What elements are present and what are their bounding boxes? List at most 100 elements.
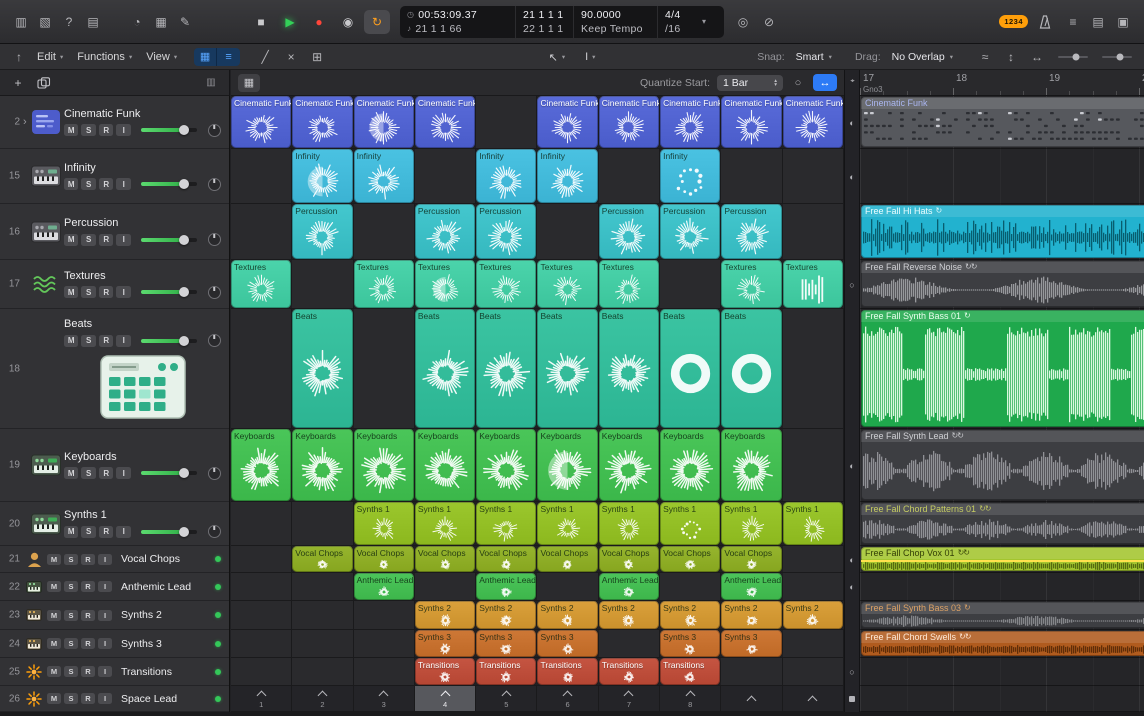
input-monitor-button[interactable]: I	[98, 638, 112, 649]
horizontal-zoom-icon[interactable]: ↔	[1026, 47, 1048, 67]
volume-slider[interactable]	[141, 128, 197, 132]
loop-cell-textures-col5[interactable]: Textures	[476, 260, 537, 308]
tuner-icon[interactable]: ◎	[732, 12, 754, 32]
loop-cell-vocal-chops-col6[interactable]: Vocal Chops	[537, 546, 598, 572]
loop-cell-cinematic-funk-col7[interactable]: Cinematic Funk	[599, 96, 660, 148]
loop-cell-cinematic-funk-col2[interactable]: Cinematic Funk	[292, 96, 353, 148]
loop-cell-cinematic-funk-col6[interactable]: Cinematic Funk	[537, 96, 598, 148]
row-action-icon[interactable]: ○	[849, 280, 854, 290]
note-pads-icon[interactable]: ▤	[1087, 12, 1109, 32]
loop-cell-transitions-col8[interactable]: Transitions	[660, 658, 721, 685]
volume-slider[interactable]	[141, 290, 197, 294]
record-enable-button[interactable]: R	[99, 467, 113, 479]
loop-cell-infinity-col3[interactable]: Infinity	[354, 149, 415, 203]
mute-button[interactable]: M	[64, 335, 78, 347]
loop-cell-anthemic-lead-col5[interactable]: Anthemic Lead	[476, 573, 537, 600]
record-enable-button[interactable]: R	[99, 526, 113, 538]
loop-cell-synths-1-col8[interactable]: Synths 1	[660, 502, 721, 545]
solo-button[interactable]: S	[81, 526, 95, 538]
volume-thumb[interactable]	[179, 287, 189, 297]
scene-trigger-4[interactable]: 4	[415, 686, 476, 711]
scene-trigger-6[interactable]: 6	[537, 686, 598, 711]
loop-cell-infinity-col7[interactable]	[599, 149, 660, 203]
input-monitor-button[interactable]: I	[98, 554, 112, 565]
pan-knob[interactable]	[208, 467, 221, 480]
input-monitor-button[interactable]: I	[116, 124, 130, 136]
loop-cell-beats-col2[interactable]: Beats	[292, 309, 353, 428]
loop-cell-infinity-col4[interactable]	[415, 149, 476, 203]
stop-all-icon[interactable]	[849, 696, 855, 702]
performance-record-button[interactable]: ○	[790, 75, 806, 91]
inspector-icon[interactable]: ▧	[34, 12, 56, 32]
loop-cell-vocal-chops-col3[interactable]: Vocal Chops	[354, 546, 415, 572]
loop-cell-synths-2-col7[interactable]: Synths 2	[599, 601, 660, 629]
mute-button[interactable]: M	[47, 581, 61, 592]
region-free-fall-hi-hats[interactable]: Free Fall Hi Hats↻	[861, 205, 1144, 258]
track-header-vocal-chops[interactable]: 21MSRIVocal Chops	[0, 546, 229, 573]
scene-trigger-10[interactable]	[783, 686, 844, 711]
loop-cell-anthemic-lead-col4[interactable]	[415, 573, 476, 600]
record-button[interactable]: ●	[306, 10, 332, 34]
loop-cell-keyboards-col1[interactable]: Keyboards	[231, 429, 292, 501]
browsers-icon[interactable]: ▣	[1112, 12, 1134, 32]
mute-button[interactable]: M	[64, 286, 78, 298]
pan-knob[interactable]	[208, 178, 221, 191]
loop-cell-cinematic-funk-col4[interactable]: Cinematic Funk	[415, 96, 476, 148]
loop-cell-beats-col1[interactable]	[231, 309, 292, 428]
loop-cell-keyboards-col9[interactable]: Keyboards	[721, 429, 782, 501]
menu-view[interactable]: View▾	[139, 49, 184, 65]
left-click-tool-menu[interactable]: ↖▾	[544, 49, 570, 66]
loop-cell-transitions-col1[interactable]	[231, 658, 292, 685]
input-monitor-button[interactable]: I	[116, 234, 130, 246]
record-enable-button[interactable]: R	[81, 610, 95, 621]
track-header-config-icon[interactable]: ▥	[201, 74, 221, 92]
volume-thumb[interactable]	[179, 179, 189, 189]
loop-cell-cinematic-funk-col1[interactable]: Cinematic Funk	[231, 96, 292, 148]
disclosure-icon[interactable]: ›	[23, 116, 27, 128]
region-cinematic-funk[interactable]: Cinematic Funk	[861, 97, 1144, 147]
track-header-infinity[interactable]: 15InfinityMSRI	[0, 149, 229, 204]
loop-cell-vocal-chops-col8[interactable]: Vocal Chops	[660, 546, 721, 572]
loop-cell-keyboards-col6[interactable]: Keyboards	[537, 429, 598, 501]
play-button[interactable]: ▶	[277, 10, 303, 34]
region-free-fall-chord-swells[interactable]: Free Fall Chord Swells↻↻	[861, 631, 1144, 656]
volume-slider[interactable]	[141, 530, 197, 534]
lcd-chevron-icon[interactable]: ▾	[698, 6, 710, 38]
mute-button[interactable]: M	[64, 467, 78, 479]
solo-button[interactable]: S	[81, 286, 95, 298]
loop-cell-transitions-col4[interactable]: Transitions	[415, 658, 476, 685]
loop-cell-beats-col8[interactable]: Beats	[660, 309, 721, 428]
volume-thumb[interactable]	[179, 235, 189, 245]
solo-button[interactable]: S	[64, 638, 78, 649]
input-monitor-button[interactable]: I	[116, 178, 130, 190]
loop-cell-synths-3-col9[interactable]: Synths 3	[721, 630, 782, 657]
region-free-fall-chop-vox-01[interactable]: Free Fall Chop Vox 01↻↻	[861, 547, 1144, 571]
loop-cell-vocal-chops-col5[interactable]: Vocal Chops	[476, 546, 537, 572]
loop-cell-keyboards-col8[interactable]: Keyboards	[660, 429, 721, 501]
input-monitor-button[interactable]: I	[116, 467, 130, 479]
list-editors-icon[interactable]: ≡	[1062, 12, 1084, 32]
volume-thumb[interactable]	[179, 468, 189, 478]
loop-cell-transitions-col7[interactable]: Transitions	[599, 658, 660, 685]
row-action-icon[interactable]: ◐	[849, 555, 854, 565]
lcd-display[interactable]: ◷00:53:09.37 ♪21 1 1 66 21 1 1 1 22 1 1 …	[400, 6, 724, 38]
input-monitor-button[interactable]: I	[98, 610, 112, 621]
mute-button[interactable]: M	[64, 234, 78, 246]
pan-knob[interactable]	[208, 233, 221, 246]
loop-cell-textures-col10[interactable]: Textures	[783, 260, 844, 308]
loop-cell-vocal-chops-col2[interactable]: Vocal Chops	[292, 546, 353, 572]
loop-cell-transitions-col5[interactable]: Transitions	[476, 658, 537, 685]
quantize-start-select[interactable]: 1 Bar▴▾	[717, 75, 783, 91]
loop-cell-synths-2-col2[interactable]	[292, 601, 353, 629]
volume-thumb[interactable]	[179, 527, 189, 537]
loop-cell-anthemic-lead-col2[interactable]	[292, 573, 353, 600]
loop-cell-textures-col6[interactable]: Textures	[537, 260, 598, 308]
solo-button[interactable]: S	[81, 335, 95, 347]
scene-trigger-9[interactable]	[721, 686, 782, 711]
loop-cell-vocal-chops-col4[interactable]: Vocal Chops	[415, 546, 476, 572]
solo-button[interactable]: S	[64, 581, 78, 592]
track-icon-waves[interactable]	[30, 274, 62, 294]
loop-cell-infinity-col9[interactable]	[721, 149, 782, 203]
loop-cell-synths-2-col5[interactable]: Synths 2	[476, 601, 537, 629]
loop-cell-anthemic-lead-col8[interactable]	[660, 573, 721, 600]
